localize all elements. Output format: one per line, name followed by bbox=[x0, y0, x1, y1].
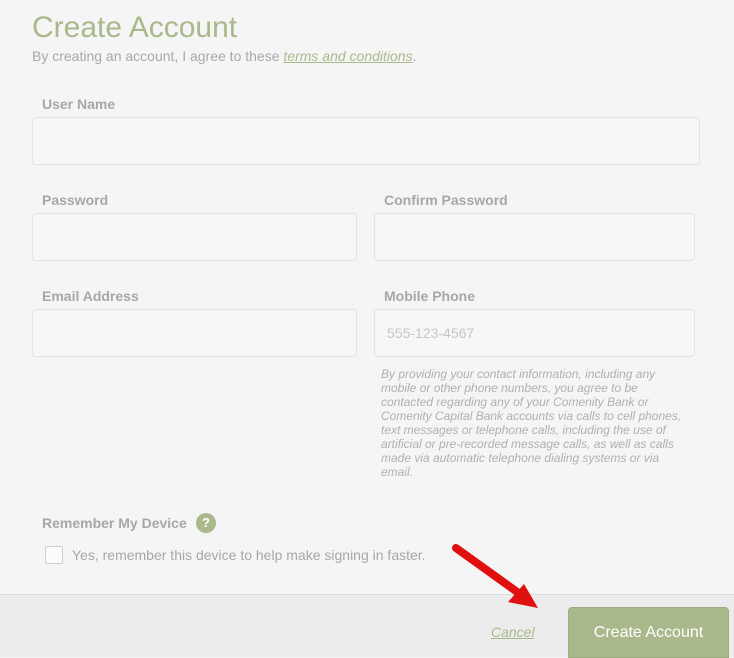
create-account-button[interactable]: Create Account bbox=[568, 607, 729, 658]
remember-device-checkbox[interactable] bbox=[45, 546, 63, 564]
remember-device-label: Remember My Device bbox=[42, 515, 187, 531]
terms-link[interactable]: terms and conditions bbox=[283, 48, 412, 64]
contact-disclaimer: By providing your contact information, i… bbox=[381, 367, 682, 479]
password-label: Password bbox=[42, 192, 109, 208]
red-arrow-annotation-icon bbox=[452, 544, 538, 608]
mobile-phone-label: Mobile Phone bbox=[384, 288, 475, 304]
cancel-link[interactable]: Cancel bbox=[491, 624, 535, 640]
question-circle-icon[interactable]: ? bbox=[196, 513, 216, 533]
mobile-phone-input[interactable] bbox=[374, 309, 695, 357]
terms-notice: By creating an account, I agree to these… bbox=[32, 47, 416, 65]
terms-prefix: By creating an account, I agree to these bbox=[32, 48, 284, 64]
terms-suffix: . bbox=[412, 48, 417, 64]
username-input[interactable] bbox=[32, 117, 700, 165]
page-title: Create Account bbox=[32, 11, 238, 44]
username-label: User Name bbox=[42, 96, 116, 112]
email-input[interactable] bbox=[32, 309, 357, 357]
confirm-password-label: Confirm Password bbox=[384, 192, 508, 208]
confirm-password-input[interactable] bbox=[374, 213, 695, 261]
remember-device-checkbox-label[interactable]: Yes, remember this device to help make s… bbox=[72, 547, 426, 563]
password-input[interactable] bbox=[32, 213, 357, 261]
email-label: Email Address bbox=[42, 288, 139, 304]
